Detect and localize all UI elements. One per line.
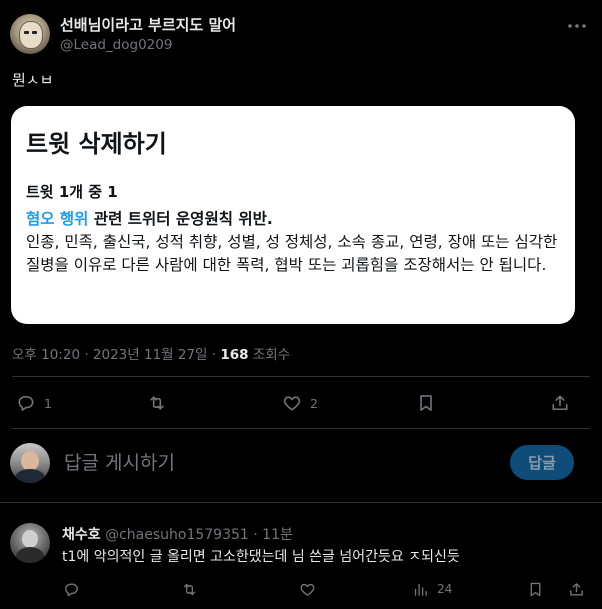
author-handle[interactable]: @Lead_dog0209 (60, 37, 172, 53)
reason-text: 관련 트위터 운영원칙 위반. (88, 210, 273, 228)
current-user-avatar[interactable] (10, 443, 50, 483)
reply-author-name[interactable]: 채수호 (62, 527, 101, 543)
views-label: 조회수 (248, 347, 291, 363)
card-description: 인종, 민족, 출신국, 성적 취향, 성별, 성 정체성, 소속 종교, 연령… (26, 233, 558, 274)
avatar-head (21, 451, 39, 471)
tweet-text: 뭔ㅅㅂ (12, 71, 54, 89)
reply-icon (18, 395, 34, 411)
bookmark-icon (530, 582, 541, 596)
reply-text: t1에 악의적인 글 올리면 고소한댔는데 님 쓴글 넘어간듯요 ㅈ되신듯 (62, 549, 460, 565)
avatar-body (15, 469, 45, 483)
bookmark-icon (420, 395, 432, 411)
views-count: 168 (220, 347, 249, 363)
heart-icon (300, 583, 315, 596)
reply-handle-time[interactable]: @chaesuho1579351 · 11분 (101, 527, 293, 543)
share-icon (552, 395, 568, 411)
author-avatar[interactable] (10, 14, 50, 54)
reply-header: 채수호 @chaesuho1579351 · 11분 (62, 524, 293, 544)
reply-reply-action[interactable] (63, 580, 80, 598)
more-options-icon[interactable] (566, 16, 588, 36)
retweet-icon (183, 583, 196, 595)
avatar-body (16, 547, 44, 563)
like-count: 2 (310, 395, 318, 411)
divider (12, 428, 590, 429)
card-title: 트윗 삭제하기 (26, 130, 167, 158)
reply-input[interactable]: 답글 게시하기 (64, 448, 175, 475)
share-action[interactable] (550, 392, 570, 414)
author-display-name[interactable]: 선배님이라고 부르지도 말어 (60, 14, 236, 35)
analytics-icon (414, 583, 427, 596)
divider (12, 376, 590, 377)
reply-views-action[interactable]: 24 (412, 580, 452, 598)
avatar-head (22, 530, 38, 548)
bookmark-action[interactable] (416, 392, 436, 414)
avatar-eye (32, 31, 37, 34)
reply-retweet-action[interactable] (181, 580, 198, 598)
reply-like-action[interactable] (299, 580, 316, 598)
reply-views-count: 24 (437, 582, 453, 596)
divider (0, 502, 602, 503)
avatar-face (19, 21, 43, 49)
reply-count: 1 (44, 395, 52, 411)
avatar-eye (24, 31, 29, 34)
timestamp[interactable]: 오후 10:20 · 2023년 11월 27일 · (12, 347, 220, 363)
card-reason: 혐오 행위 관련 트위터 운영원칙 위반. (26, 207, 273, 229)
deleted-tweet-card: 트윗 삭제하기 트윗 1개 중 1 혐오 행위 관련 트위터 운영원칙 위반. … (11, 106, 575, 324)
reply-author-avatar[interactable] (10, 523, 50, 563)
reply-submit-button[interactable]: 답글 (510, 445, 574, 480)
share-icon (570, 582, 583, 595)
tweet-meta: 오후 10:20 · 2023년 11월 27일 · 168 조회수 (12, 343, 290, 363)
heart-icon (283, 396, 301, 411)
like-action[interactable]: 2 (282, 392, 318, 414)
reply-action[interactable]: 1 (16, 392, 52, 414)
reply-icon (65, 583, 78, 596)
card-count: 트윗 1개 중 1 (26, 183, 118, 201)
retweet-icon (150, 396, 164, 410)
hateful-conduct-link[interactable]: 혐오 행위 (26, 210, 88, 228)
retweet-action[interactable] (147, 392, 167, 414)
reply-share-action[interactable] (568, 580, 585, 598)
reply-bookmark-action[interactable] (527, 580, 544, 598)
